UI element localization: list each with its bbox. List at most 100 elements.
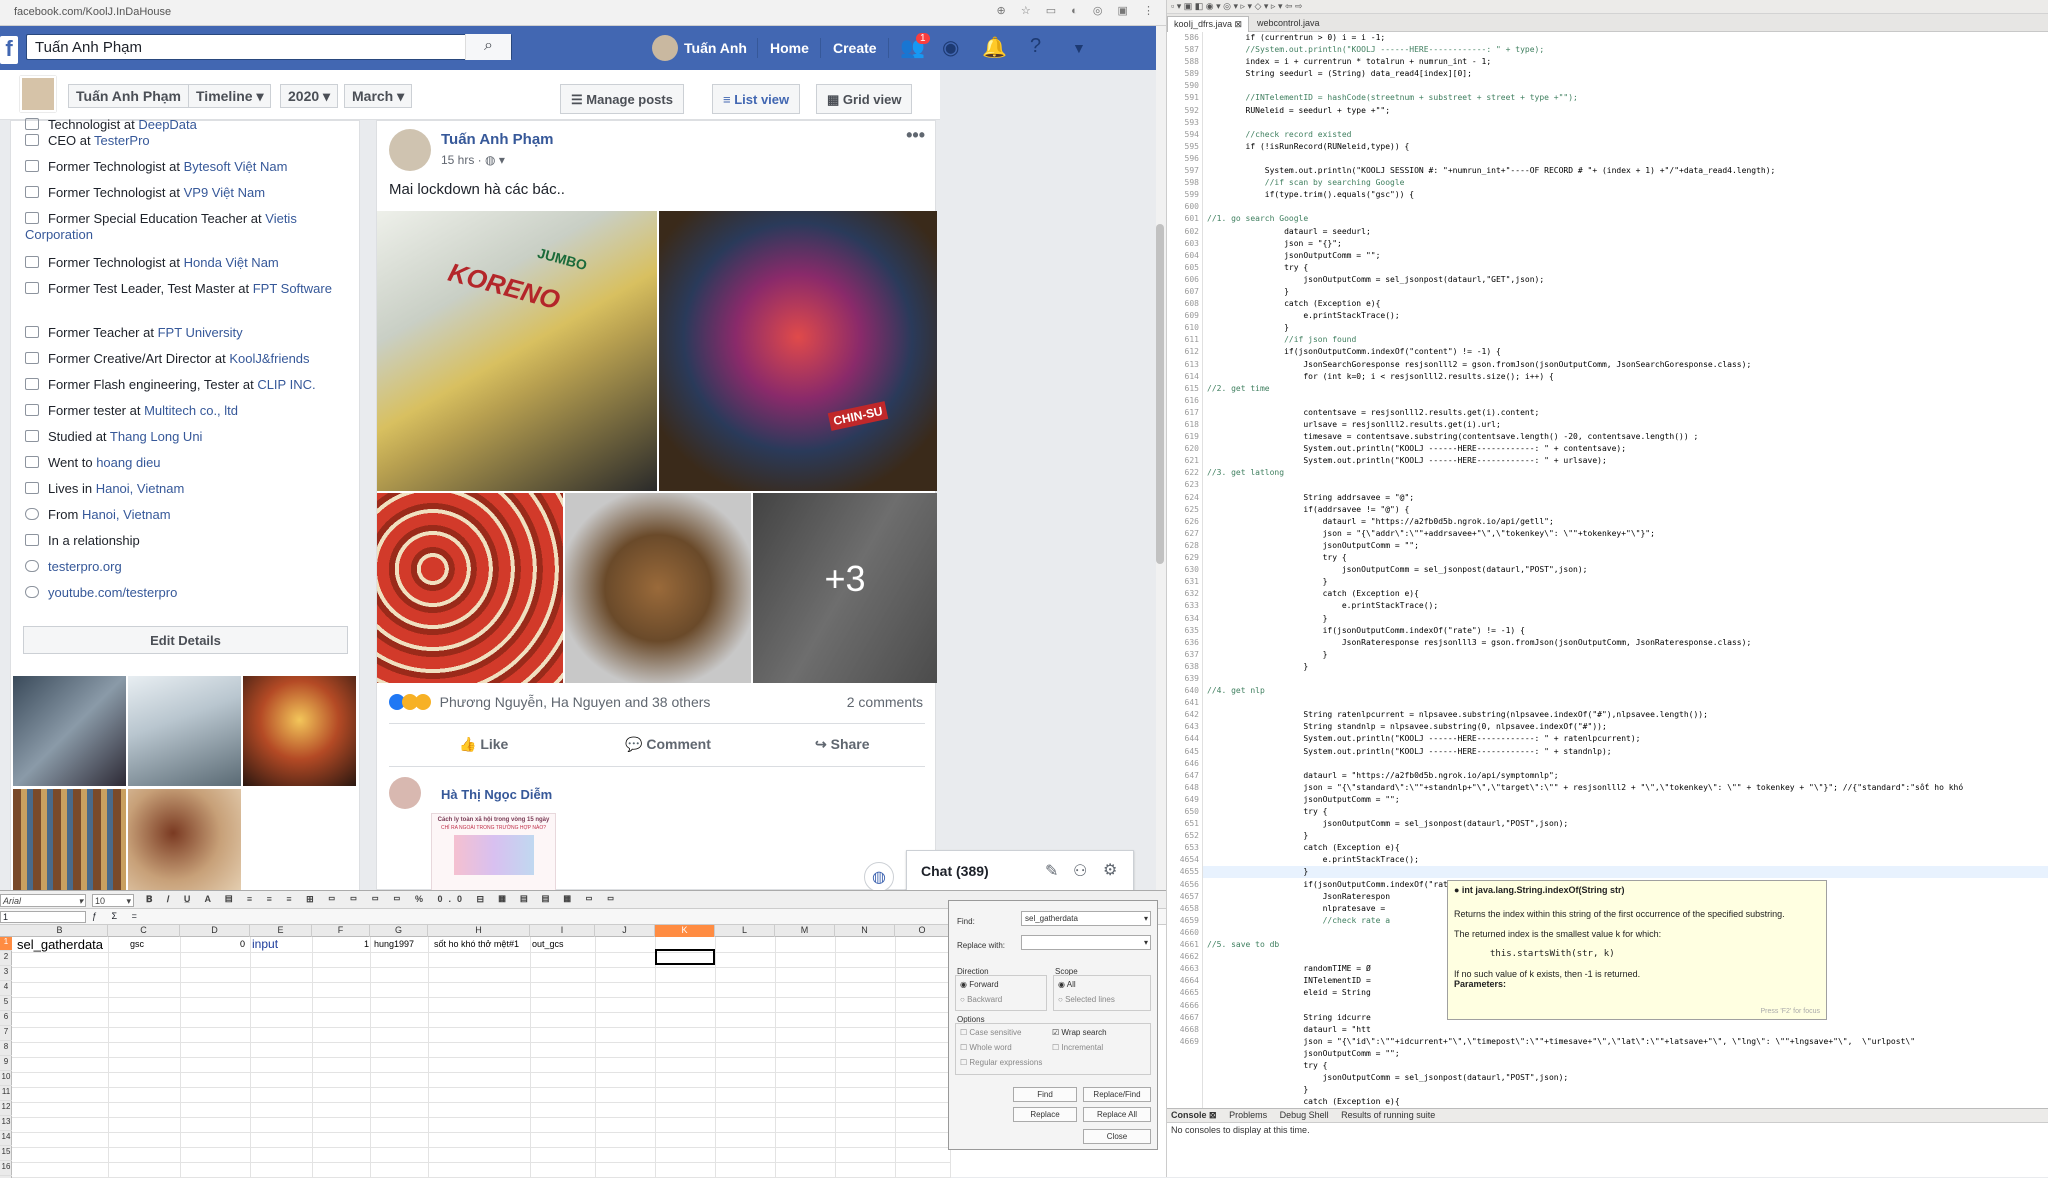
code-line[interactable]: try { [1207, 262, 2047, 274]
avatar[interactable] [389, 777, 421, 809]
intro-link[interactable]: TesterPro [94, 133, 150, 148]
browser-toolbar-icons[interactable]: ⊕ ☆ ▭ ◐ ◎ ▣ ⋮ [997, 4, 1160, 17]
row-header[interactable]: 5 [0, 997, 12, 1011]
intro-link[interactable]: Hanoi, Vietnam [82, 507, 171, 522]
intro-link[interactable]: Honda Việt Nam [184, 255, 279, 270]
row-header[interactable]: 10 [0, 1072, 12, 1086]
avatar[interactable] [20, 76, 56, 112]
code-line[interactable] [1207, 479, 2047, 491]
code-line[interactable] [1207, 117, 2047, 129]
profile-name-button[interactable]: Tuấn Anh Phạm [68, 84, 189, 108]
font-size-select[interactable]: 10 ▾ [92, 894, 134, 907]
gear-icon[interactable]: ⚙ [1103, 860, 1117, 880]
code-line[interactable]: catch (Exception e){ [1207, 298, 2047, 310]
code-line[interactable]: jsonOutputComm = ""; [1207, 540, 2047, 552]
scrollbar-thumb[interactable] [1156, 224, 1164, 564]
post-photo[interactable]: CHIN-SU [659, 211, 937, 491]
profile-link[interactable]: Tuấn Anh [684, 40, 747, 56]
find-button[interactable]: Find [1013, 1087, 1077, 1102]
url-text[interactable]: facebook.com/KoolJ.InDaHouse [14, 6, 171, 18]
code-line[interactable]: jsonOutputComm = sel_jsonpost(dataurl,"P… [1207, 1072, 2047, 1084]
formula-icons[interactable]: ƒ Σ = [92, 911, 143, 921]
cell-d1[interactable]: 0 [240, 939, 245, 949]
post-author[interactable]: Tuấn Anh Phạm [441, 131, 554, 148]
code-line[interactable]: urlsave = resjsonlll2.results.get(i).url… [1207, 419, 2047, 431]
replace-button[interactable]: Replace [1013, 1107, 1077, 1122]
column-header[interactable]: C [108, 925, 180, 937]
column-header[interactable]: J [595, 925, 655, 937]
chevron-down-icon[interactable]: ▼ [1072, 40, 1086, 56]
code-line[interactable]: json = "{}"; [1207, 238, 2047, 250]
code-line[interactable]: System.out.println("KOOLJ ------HERE----… [1207, 443, 2047, 455]
intro-link[interactable]: Thang Long Uni [110, 429, 203, 444]
column-header[interactable]: N [835, 925, 895, 937]
wrap-search-checkbox[interactable]: ☑ Wrap search [1052, 1028, 1107, 1037]
intro-link[interactable]: testerpro.org [48, 559, 122, 574]
column-header[interactable]: F [312, 925, 370, 937]
code-line[interactable]: } [1207, 286, 2047, 298]
intro-link[interactable]: FPT Software [253, 281, 332, 296]
close-button[interactable]: Close [1083, 1129, 1151, 1144]
cell-g1[interactable]: hung1997 [374, 939, 414, 949]
photo-thumbnail[interactable] [243, 676, 356, 786]
code-line[interactable]: if(addrsavee != "@") { [1207, 504, 2047, 516]
edit-details-button[interactable]: Edit Details [23, 626, 348, 654]
code-line[interactable]: } [1207, 649, 2047, 661]
photo-thumbnail[interactable] [128, 789, 241, 890]
row-header[interactable]: 2 [0, 952, 12, 966]
row-header[interactable]: 4 [0, 982, 12, 996]
facebook-logo-icon[interactable]: f [0, 36, 18, 64]
post-photo[interactable] [565, 493, 751, 683]
column-header[interactable]: I [530, 925, 595, 937]
code-line[interactable]: String addrsavee = "@"; [1207, 492, 2047, 504]
code-line[interactable]: if (currentrun > 0) i = i -1; [1207, 32, 2047, 44]
intro-link[interactable]: Bytesoft Việt Nam [184, 159, 288, 174]
code-line[interactable]: jsonOutputComm = sel_jsonpost(dataurl,"P… [1207, 818, 2047, 830]
intro-link[interactable]: KoolJ&friends [229, 351, 309, 366]
notifications-bell-icon[interactable]: 🔔 [982, 35, 1007, 60]
row-header[interactable]: 1 [0, 937, 12, 951]
code-line[interactable]: System.out.println("KOOLJ ------HERE----… [1207, 733, 2047, 745]
code-line[interactable]: dataurl = "htt [1207, 1024, 2047, 1036]
code-line[interactable]: //check record existed [1207, 129, 2047, 141]
code-line[interactable]: e.printStackTrace(); [1207, 600, 2047, 612]
column-header[interactable]: H [428, 925, 530, 937]
replace-input[interactable]: ▾ [1021, 935, 1151, 950]
code-line[interactable]: } [1207, 613, 2047, 625]
cell-h1[interactable]: sốt ho khó thở mệt#1 [434, 939, 519, 949]
column-header[interactable]: G [370, 925, 428, 937]
code-line[interactable]: String ratenlpcurrent = nlpsavee.substri… [1207, 709, 2047, 721]
code-line[interactable] [1207, 758, 2047, 770]
column-header[interactable]: D [180, 925, 250, 937]
regex-checkbox[interactable]: ☐ Regular expressions [960, 1058, 1042, 1067]
share-button[interactable]: ↪ Share [815, 736, 870, 753]
cell-f1[interactable]: 1 [364, 939, 369, 949]
avatar[interactable] [389, 129, 431, 171]
code-line[interactable]: json = "{\"addr\":\""+addrsavee+"\",\"to… [1207, 528, 2047, 540]
code-line[interactable]: dataurl = "https://a2fb0d5b.ngrok.io/api… [1207, 770, 2047, 782]
post-options-icon[interactable]: ••• [906, 125, 925, 146]
messenger-icon[interactable]: ◉ [942, 35, 959, 60]
code-line[interactable]: if(jsonOutputComm.indexOf("content") != … [1207, 346, 2047, 358]
column-header[interactable]: E [250, 925, 312, 937]
code-line[interactable] [1207, 697, 2047, 709]
code-line[interactable]: System.out.println("KOOLJ SESSION #: "+n… [1207, 165, 2047, 177]
selected-lines-radio[interactable]: ○ Selected lines [1058, 995, 1115, 1004]
column-header[interactable]: K [655, 925, 715, 937]
row-header[interactable]: 8 [0, 1042, 12, 1056]
home-link[interactable]: Home [770, 40, 809, 56]
row-header[interactable]: 3 [0, 967, 12, 981]
code-line[interactable]: //System.out.println("KOOLJ ------HERE--… [1207, 44, 2047, 56]
code-line[interactable]: //2. get time [1207, 383, 2047, 395]
month-dropdown[interactable]: March ▾ [344, 84, 413, 108]
whole-word-checkbox[interactable]: ☐ Whole word [960, 1043, 1012, 1052]
manage-posts-button[interactable]: ☰ Manage posts [560, 84, 684, 114]
code-line[interactable]: dataurl = "https://a2fb0d5b.ngrok.io/api… [1207, 516, 2047, 528]
code-line[interactable]: //4. get nlp [1207, 685, 2047, 697]
code-line[interactable] [1207, 673, 2047, 685]
post-photo[interactable]: +3 [753, 493, 937, 683]
code-line[interactable]: } [1207, 661, 2047, 673]
photo-thumbnail[interactable] [128, 676, 241, 786]
code-line[interactable]: index = i + currentrun * totalrun + numr… [1207, 56, 2047, 68]
list-view-button[interactable]: ≡ List view [712, 84, 801, 114]
